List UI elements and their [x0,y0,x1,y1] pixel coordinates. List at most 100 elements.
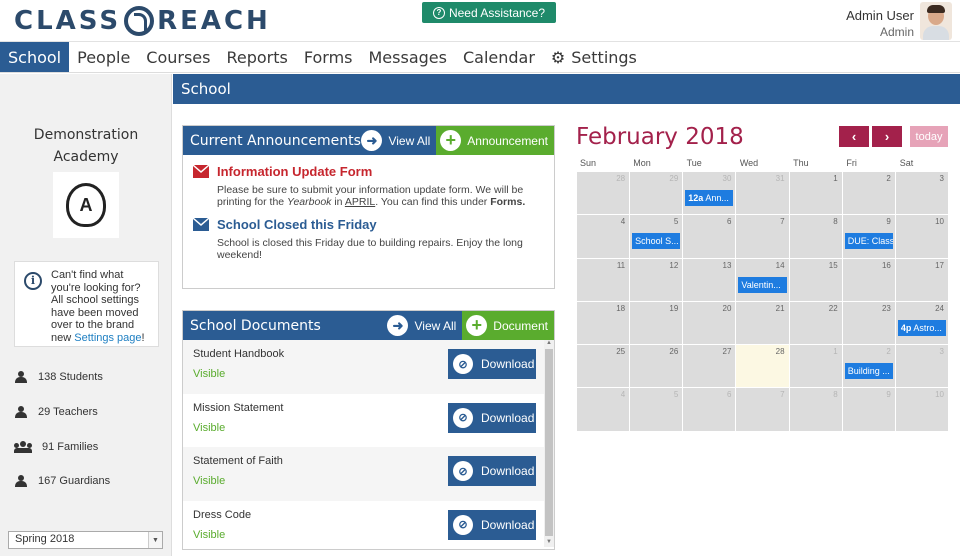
nav-calendar[interactable]: Calendar [455,42,543,72]
calendar-day[interactable]: 14 Valentin... [736,258,789,301]
calendar-day[interactable]: 6 [683,215,736,258]
calendar-day[interactable]: 2 Building ... [842,345,895,388]
add-document-button[interactable]: + Document [462,311,554,340]
scroll-up-icon[interactable]: ▲ [544,340,554,348]
calendar-day[interactable]: 16 [842,258,895,301]
app-logo[interactable]: CLASS REACH [14,5,271,37]
calendar-day[interactable]: 10 [895,215,948,258]
announcement-title[interactable]: Information Update Form [217,164,372,179]
nav-courses[interactable]: Courses [138,42,218,72]
app-window: { "header": { "logo_text_left": "CLASS",… [0,0,960,556]
documents-panel: School Documents ➜ View All + Document S… [182,310,555,550]
documents-view-all-button[interactable]: ➜ View All [387,315,462,336]
calendar-day[interactable]: 9 DUE: Class [842,215,895,258]
calendar-day[interactable]: 1 [789,345,842,388]
calendar-day[interactable]: 24 4p Astro... [895,301,948,345]
nav-reports[interactable]: Reports [218,42,295,72]
nav-messages[interactable]: Messages [361,42,455,72]
download-button[interactable]: ⊘ Download [448,456,536,486]
settings-page-link[interactable]: Settings page [74,332,141,344]
calendar-day[interactable]: 5 School S... [630,215,683,258]
calendar-day[interactable]: 13 [683,258,736,301]
paperclip-icon: ⊘ [453,461,473,481]
calendar-event[interactable]: Building ... [844,363,893,380]
calendar-day[interactable]: 4 [577,215,630,258]
need-assistance-button[interactable]: ? Need Assistance? [422,2,556,23]
term-select[interactable]: Spring 2018 ▼ [8,531,163,549]
nav-people[interactable]: People [69,42,138,72]
calendar-event[interactable]: School S... [632,233,681,250]
download-label: Download [481,410,535,425]
calendar-day[interactable]: 25 [577,345,630,388]
announcement-item[interactable]: Information Update Form Please be sure t… [183,164,554,208]
calendar-day[interactable]: 2 [842,172,895,215]
calendar-day[interactable]: 19 [630,301,683,345]
calendar-event[interactable]: Valentin... [738,276,787,293]
calendar-day[interactable]: 15 [789,258,842,301]
calendar-title: February 2018 [576,124,744,150]
download-button[interactable]: ⊘ Download [448,349,536,379]
stat-families[interactable]: 91 Families [14,441,98,453]
calendar-day[interactable]: 11 [577,258,630,301]
announcement-item[interactable]: School Closed this Friday School is clos… [183,217,554,261]
nav-school[interactable]: School [0,42,70,72]
calendar-today-button[interactable]: today [910,126,948,147]
announcement-title[interactable]: School Closed this Friday [217,217,377,232]
calendar-day[interactable]: 17 [895,258,948,301]
weekday-label: Mon [633,158,651,168]
day-number: 7 [780,390,785,400]
calendar-day[interactable]: 7 [736,388,789,431]
calendar-event[interactable]: DUE: Class [844,233,893,250]
calendar-prev-button[interactable]: ‹ [839,126,869,147]
scrollbar-thumb[interactable] [545,349,553,536]
calendar-day[interactable]: 8 [789,388,842,431]
calendar-day[interactable]: 8 [789,215,842,258]
stat-students[interactable]: 138 Students [14,371,103,383]
calendar-day[interactable]: 9 [842,388,895,431]
calendar-day[interactable]: 27 [683,345,736,388]
calendar-day[interactable]: 30 12a Ann... [683,172,736,215]
calendar-day[interactable]: 5 [630,388,683,431]
calendar-day[interactable]: 28 [577,172,630,215]
stat-guardians[interactable]: 167 Guardians [14,475,110,487]
calendar-day[interactable]: 3 [895,345,948,388]
calendar-day[interactable]: 10 [895,388,948,431]
calendar-day[interactable]: 4 [577,388,630,431]
calendar-day[interactable]: 7 [736,215,789,258]
avatar[interactable] [920,2,952,40]
calendar-day[interactable]: 1 [789,172,842,215]
stat-teachers[interactable]: 29 Teachers [14,406,98,418]
calendar-event[interactable]: 4p Astro... [897,319,946,336]
calendar-day[interactable]: 20 [683,301,736,345]
calendar-day[interactable]: 21 [736,301,789,345]
calendar-day[interactable]: 31 [736,172,789,215]
nav-settings[interactable]: ⚙ Settings [543,42,645,72]
announcement-body-text: . You can find this under [375,195,491,208]
user-name[interactable]: Admin User [846,8,914,23]
nav-settings-label: Settings [571,47,637,67]
calendar-day-today[interactable]: 28 [736,345,789,388]
top-header: CLASS REACH ? Need Assistance? Admin Use… [0,0,960,42]
documents-list: Student Handbook Visible ⊘ Download Missi… [183,340,554,547]
event-time: 4p [900,322,912,333]
calendar-day[interactable]: 18 [577,301,630,345]
calendar-day[interactable]: 22 [789,301,842,345]
stat-guardians-label: 167 Guardians [38,475,111,487]
day-number: 26 [669,347,679,357]
scroll-down-icon[interactable]: ▼ [544,539,554,547]
calendar-next-button[interactable]: › [872,126,902,147]
add-announcement-button[interactable]: + Announcement [436,126,554,155]
calendar-day[interactable]: 6 [683,388,736,431]
calendar-day[interactable]: 26 [630,345,683,388]
announcements-view-all-button[interactable]: ➜ View All [361,130,436,151]
nav-forms[interactable]: Forms [296,42,361,72]
download-button[interactable]: ⊘ Download [448,509,536,540]
calendar-event[interactable]: 12a Ann... [685,190,734,206]
calendar-day[interactable]: 12 [630,258,683,301]
calendar-day[interactable]: 3 [895,172,948,215]
calendar-day[interactable]: 29 [630,172,683,215]
download-button[interactable]: ⊘ Download [448,402,536,433]
info-icon: i [24,272,42,290]
calendar-day[interactable]: 23 [842,301,895,345]
documents-scrollbar[interactable]: ▲ ▼ [544,340,554,547]
